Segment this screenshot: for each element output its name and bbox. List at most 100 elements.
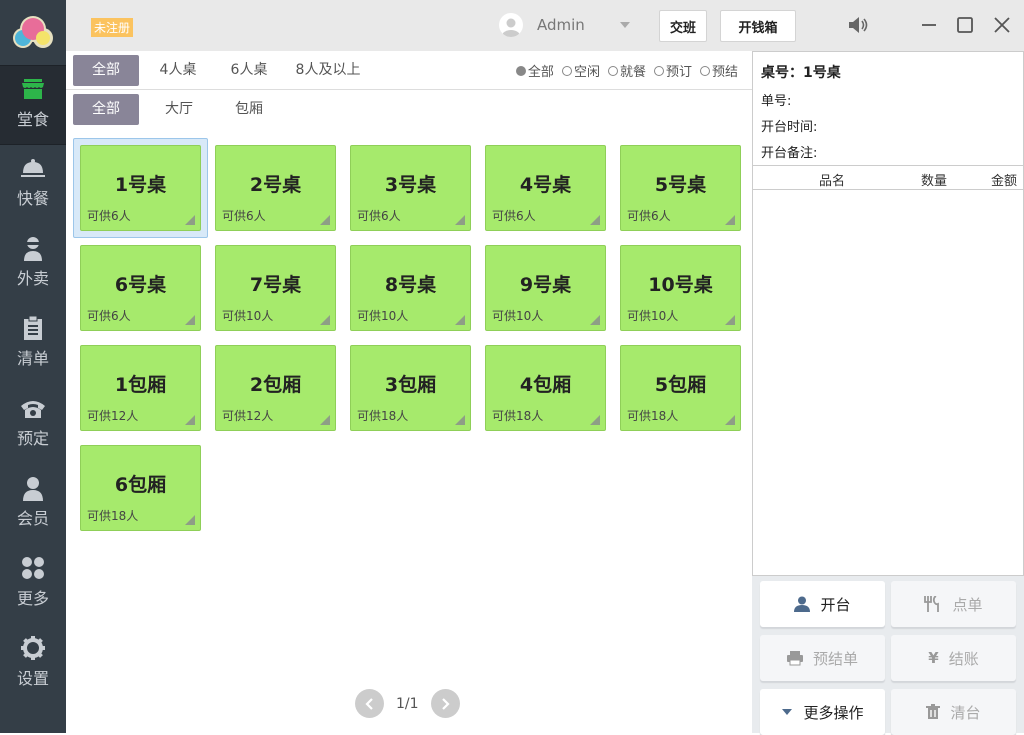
- size-filter-3[interactable]: 8人及以上: [284, 55, 372, 86]
- sidebar-item-0[interactable]: 堂食: [0, 65, 66, 145]
- table-card[interactable]: 3号桌 可供6人: [350, 145, 471, 231]
- table-card[interactable]: 7号桌 可供10人: [215, 245, 336, 331]
- table-card[interactable]: 6包厢 可供18人: [80, 445, 201, 531]
- table-name: 5号桌: [654, 174, 707, 196]
- sidebar-item-7[interactable]: 设置: [0, 625, 66, 705]
- sidebar-item-label: 会员: [16, 509, 49, 528]
- shift-button[interactable]: 交班: [659, 10, 707, 42]
- caret-down-icon: [782, 709, 793, 715]
- table-card[interactable]: 4号桌可供6人: [485, 145, 606, 231]
- sidebar-item-6[interactable]: 更多: [0, 545, 66, 625]
- table-name: 2号桌: [249, 174, 302, 196]
- minimize-icon[interactable]: [918, 14, 940, 36]
- order-button[interactable]: 点单: [891, 581, 1016, 627]
- table-card[interactable]: 5包厢 可供18人: [620, 345, 741, 431]
- table-card[interactable]: 5号桌可供6人: [620, 145, 741, 231]
- table-capacity: 可供6人: [492, 209, 536, 223]
- checkout-button[interactable]: ¥ 结账: [891, 635, 1016, 681]
- sidebar-item-label: 更多: [16, 589, 49, 608]
- prev-page-button[interactable]: [355, 689, 384, 718]
- size-filter-0[interactable]: 全部: [73, 54, 139, 86]
- fork-knife-icon: [924, 596, 940, 612]
- corner-triangle-icon: [725, 215, 735, 225]
- table-capacity: 可供6人: [627, 209, 671, 223]
- sidebar-item-4[interactable]: 预定: [0, 385, 66, 465]
- pre-bill-button[interactable]: 预结单: [760, 635, 885, 681]
- table-capacity: 可供18人: [87, 509, 139, 523]
- corner-triangle-icon: [185, 215, 195, 225]
- status-radio-0[interactable]: 全部: [515, 61, 554, 80]
- table-name: 4号桌: [519, 174, 572, 196]
- table-name: 10号桌: [648, 274, 713, 296]
- status-radio-3[interactable]: 预订: [653, 61, 692, 80]
- cash-drawer-button[interactable]: 开钱箱: [720, 10, 796, 42]
- table-card[interactable]: 6号桌 可供6人: [80, 245, 201, 331]
- sidebar-item-label: 堂食: [16, 110, 49, 129]
- table-capacity: 可供18人: [492, 409, 544, 423]
- table-capacity: 可供6人: [222, 209, 266, 223]
- col-quantity: 数量: [921, 174, 948, 189]
- close-icon[interactable]: [991, 14, 1013, 36]
- table-card[interactable]: 2包厢 可供12人: [215, 345, 336, 431]
- open-table-button[interactable]: 开台: [760, 581, 885, 627]
- radio-icon: [607, 65, 618, 76]
- table-name: 8号桌: [384, 274, 437, 296]
- maximize-icon[interactable]: [954, 14, 976, 36]
- status-radio-1[interactable]: 空闲: [561, 61, 600, 80]
- table-capacity: 可供6人: [87, 309, 131, 323]
- size-filter-2[interactable]: 6人桌: [216, 55, 282, 86]
- sidebar-item-3[interactable]: 清单: [0, 305, 66, 385]
- area-filter-2[interactable]: 包厢: [216, 94, 282, 125]
- cloche-icon: [21, 159, 45, 177]
- table-card[interactable]: 8号桌 可供10人: [350, 245, 471, 331]
- table-card[interactable]: 4包厢 可供18人: [485, 345, 606, 431]
- radio-icon: [699, 65, 710, 76]
- corner-triangle-icon: [590, 415, 600, 425]
- status-radio-4[interactable]: 预结: [699, 61, 738, 80]
- table-name: 5包厢: [654, 374, 707, 396]
- top-bar: 未注册 Admin 交班 开钱箱: [66, 0, 1024, 51]
- chevron-right-icon: [442, 697, 450, 710]
- speaker-icon[interactable]: [847, 14, 869, 36]
- store-icon: [22, 79, 44, 99]
- clear-table-label: 清台: [950, 703, 981, 722]
- sidebar-item-5[interactable]: 会员: [0, 465, 66, 545]
- order-label: 点单: [952, 595, 983, 614]
- corner-triangle-icon: [320, 315, 330, 325]
- table-capacity: 可供10人: [222, 309, 274, 323]
- table-name: 1包厢: [114, 374, 167, 396]
- sidebar-item-1[interactable]: 快餐: [0, 145, 66, 225]
- table-card[interactable]: 9号桌 可供10人: [485, 245, 606, 331]
- more-actions-button[interactable]: 更多操作: [760, 689, 885, 735]
- user-name[interactable]: Admin: [537, 16, 585, 34]
- pre-bill-label: 预结单: [812, 649, 858, 668]
- sidebar-item-2[interactable]: 外卖: [0, 225, 66, 305]
- unregistered-badge[interactable]: 未注册: [91, 18, 134, 37]
- pagination: 1/1: [355, 689, 460, 718]
- area-filter-0[interactable]: 全部: [73, 94, 139, 125]
- table-card[interactable]: 3包厢 可供18人: [350, 345, 471, 431]
- table-card[interactable]: 1号桌 可供6人: [80, 145, 201, 231]
- corner-triangle-icon: [725, 415, 735, 425]
- chevron-down-icon[interactable]: [620, 22, 630, 28]
- table-card[interactable]: 1包厢可供12人: [80, 345, 201, 431]
- checkout-label: 结账: [948, 649, 979, 668]
- table-card[interactable]: 2号桌可供6人: [215, 145, 336, 231]
- table-capacity: 可供12人: [87, 409, 139, 423]
- table-name: 1号桌: [114, 174, 167, 196]
- order-number: 单号:: [761, 94, 792, 109]
- area-filter-1[interactable]: 大厅: [146, 94, 212, 125]
- radio-icon: [561, 65, 572, 76]
- status-radio-2[interactable]: 就餐: [607, 61, 646, 80]
- table-card[interactable]: 10号桌 可供10人: [620, 245, 741, 331]
- clear-table-button[interactable]: 清台: [891, 689, 1016, 735]
- size-filter-1[interactable]: 4人桌: [143, 55, 213, 86]
- open-time: 开台时间:: [761, 120, 818, 135]
- open-table-label: 开台: [820, 595, 851, 614]
- next-page-button[interactable]: [430, 689, 460, 718]
- order-items-header: 品名 数量 金额: [753, 165, 1023, 190]
- printer-icon: [786, 651, 803, 666]
- radio-icon: [515, 65, 526, 76]
- yen-icon: ¥: [928, 649, 939, 667]
- avatar[interactable]: [499, 13, 523, 37]
